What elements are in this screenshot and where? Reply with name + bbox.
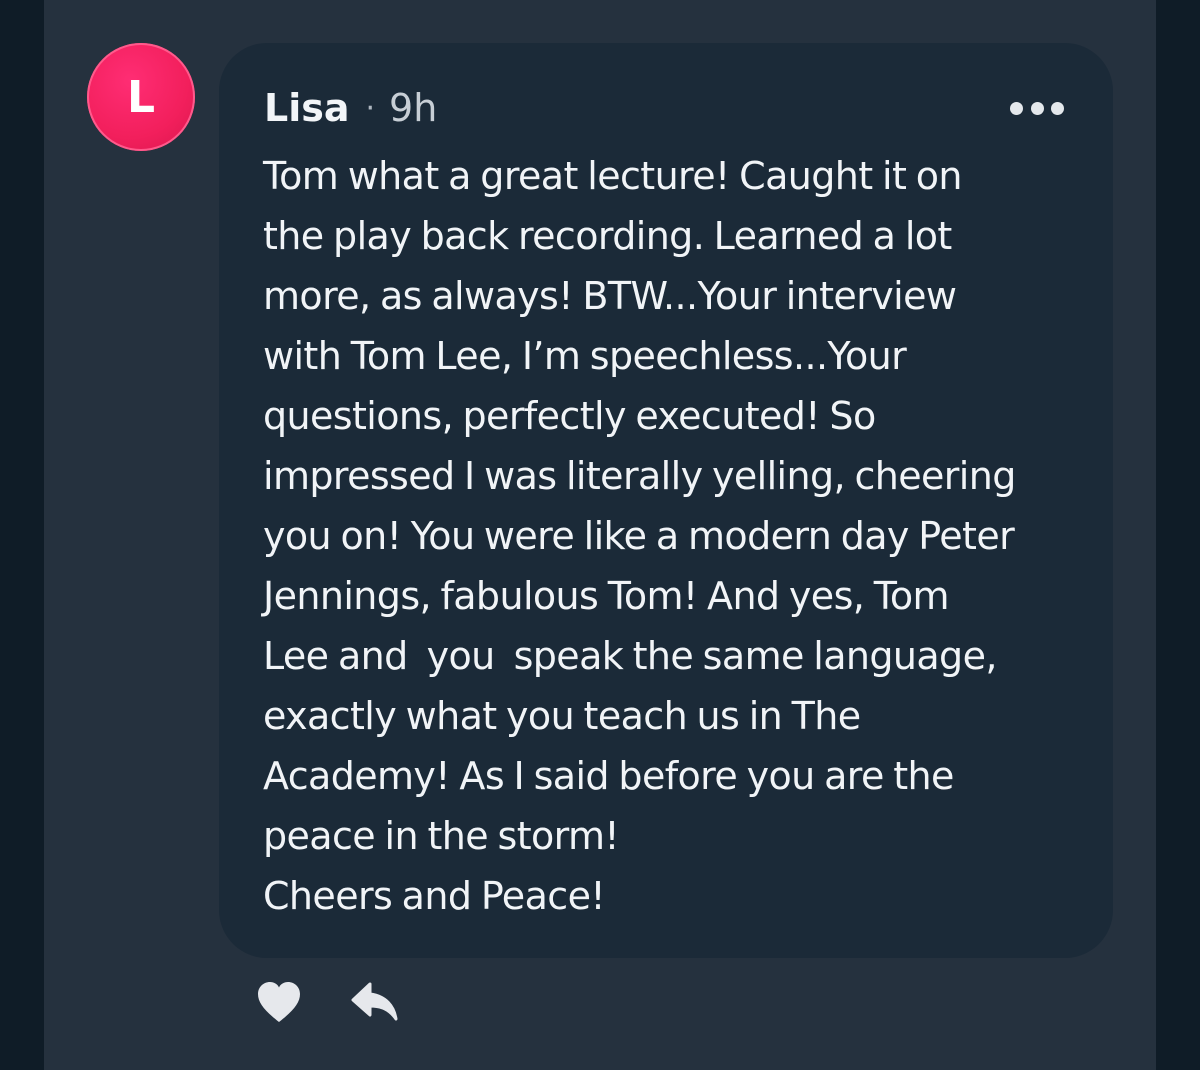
more-horizontal-icon [1010,101,1023,115]
comment-text: Tom what a great lecture! Caught it on t… [263,154,1016,918]
more-horizontal-icon-dot [1030,101,1044,115]
like-button[interactable] [253,976,305,1028]
comment-header: Lisa · 9h [264,82,437,134]
reply-button[interactable] [349,976,401,1028]
more-options-button[interactable] [1010,96,1064,120]
comment-timestamp: 9h [389,86,438,130]
meta-separator: · [365,90,376,126]
comment-actions [253,976,401,1028]
author-name[interactable]: Lisa [264,86,350,130]
heart-icon [258,982,300,1022]
more-horizontal-icon-dot [1051,101,1064,115]
avatar-initial: L [126,71,156,123]
reply-arrow-icon [351,982,398,1021]
avatar[interactable]: L [87,43,195,151]
